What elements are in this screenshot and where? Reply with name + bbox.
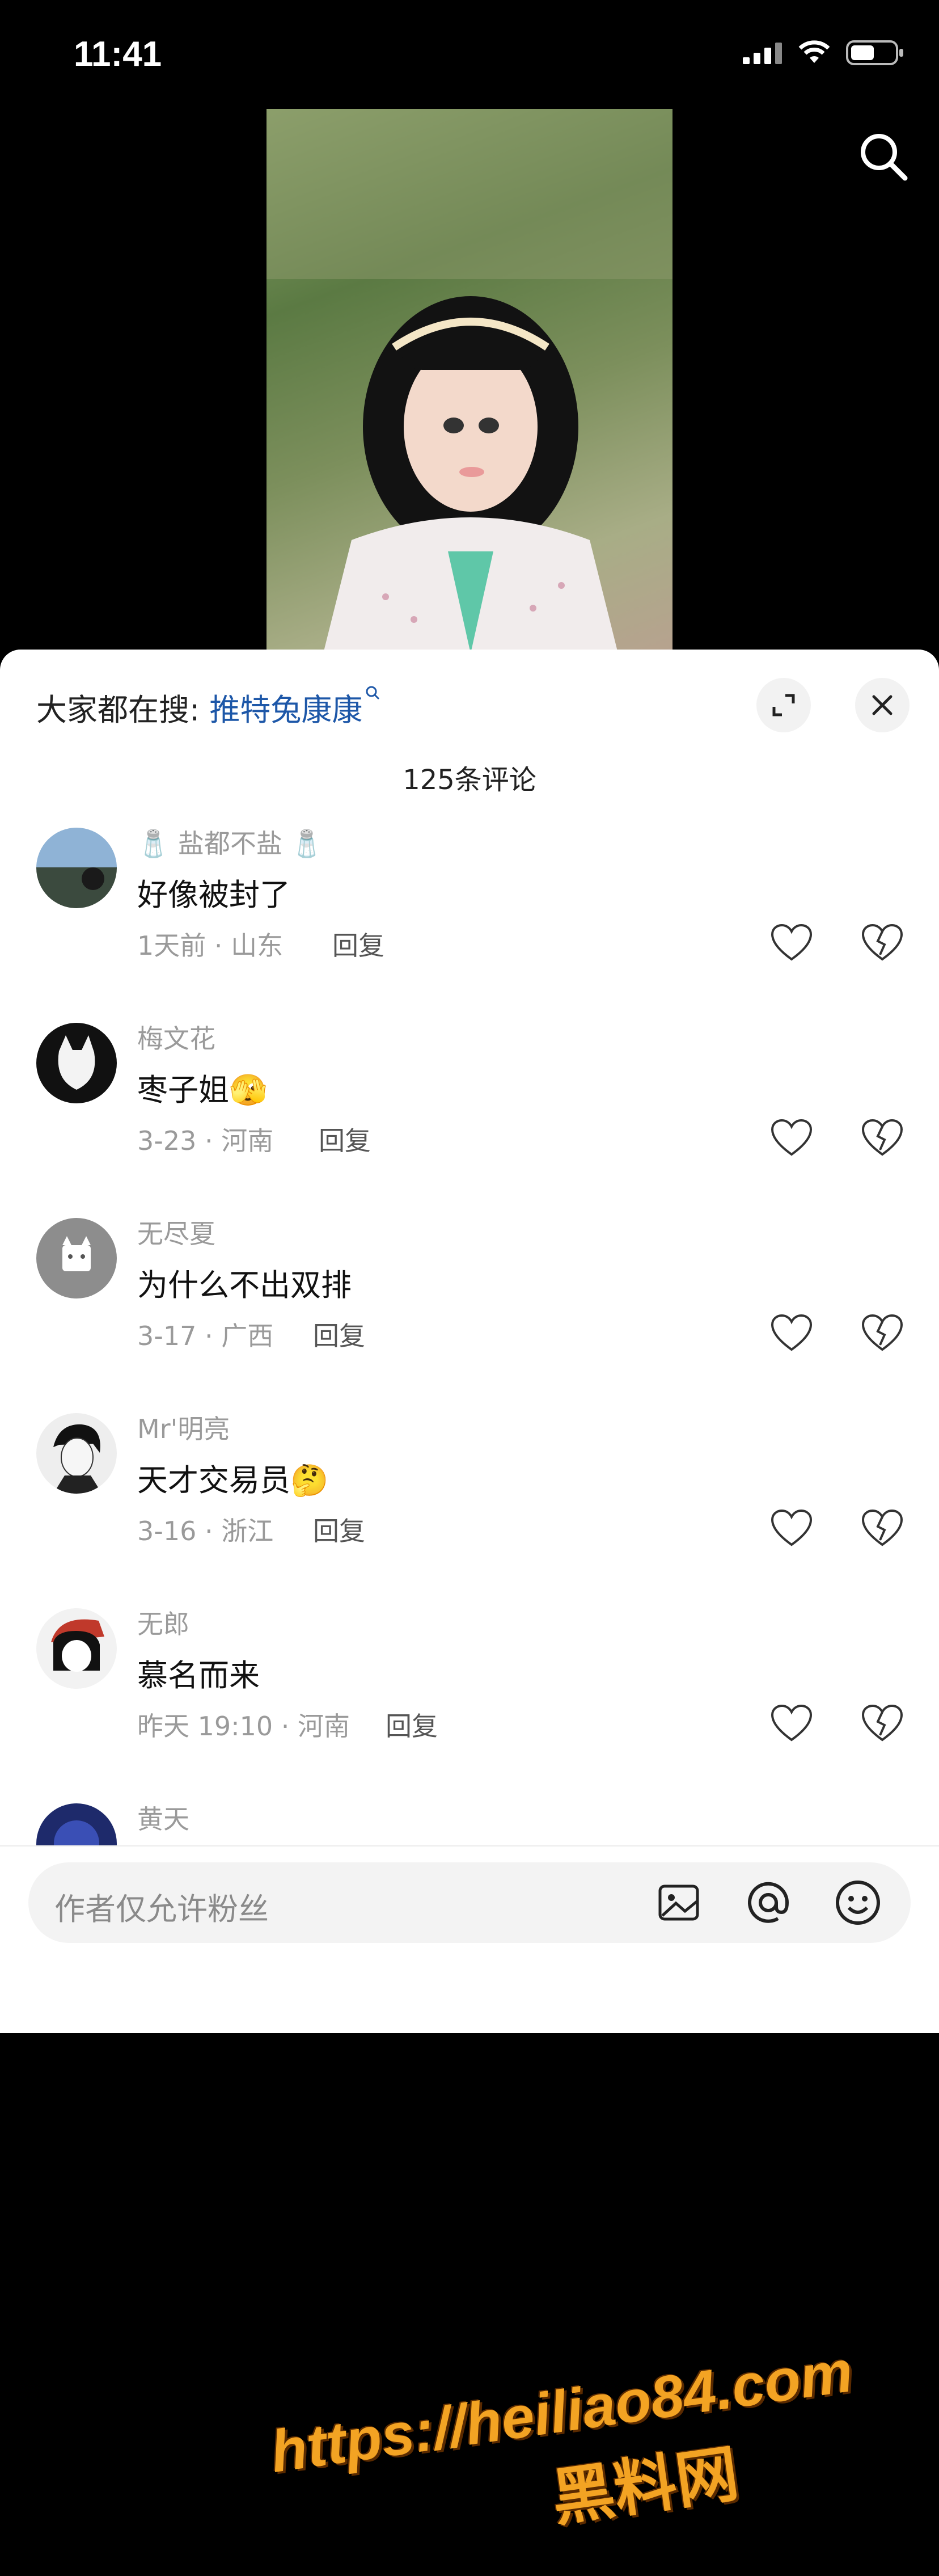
video-frame-image [267,109,672,654]
close-icon [872,695,893,715]
comment-author[interactable]: 黄天 [137,1799,189,1836]
comment-count: 125条评论 [403,764,536,796]
heart-icon [771,1119,813,1156]
broken-heart-icon [861,1119,903,1156]
like-button[interactable] [770,1704,813,1746]
emoji-icon: 🤔 [290,1462,329,1498]
expand-button[interactable] [756,678,811,732]
comment-item: 🧂 盐都不盐 🧂 好像被封了 1天前 · 山东 回复 [0,823,939,1016]
comment-text: 天才交易员🤔 [137,1455,328,1500]
dislike-button[interactable] [861,1508,904,1550]
like-button[interactable] [770,1508,813,1550]
mention-button[interactable] [744,1878,793,1929]
comment-author[interactable]: Mr'明亮 [137,1409,230,1446]
avatar[interactable] [36,1413,117,1494]
comment-item: Mr'明亮 天才交易员🤔 3-16 · 浙江 回复 [0,1409,939,1601]
signal-icon [743,43,782,64]
comment-meta: 昨天 19:10 · 河南 [137,1711,350,1742]
heart-icon [771,924,813,961]
like-button[interactable] [770,1313,813,1355]
like-button[interactable] [770,923,813,965]
status-time: 11:41 [74,35,162,74]
status-bar: 11:41 [0,0,939,108]
search-suggestion-prefix: 大家都在搜: [36,692,210,728]
wifi-icon [798,40,830,63]
heart-icon [771,1314,813,1351]
comment-meta: 3-23 · 河南 [137,1125,274,1156]
smiley-icon [836,1881,880,1925]
close-button[interactable] [855,678,910,732]
input-divider [0,1845,939,1846]
comment-meta: 1天前 · 山东 [137,930,284,961]
comment-item: 无郎 慕名而来 昨天 19:10 · 河南 回复 [0,1604,939,1797]
dislike-button[interactable] [861,1313,904,1355]
emoji-button[interactable] [834,1878,882,1929]
reply-button[interactable]: 回复 [332,925,384,963]
reply-button[interactable]: 回复 [313,1316,365,1353]
search-button[interactable] [856,129,911,186]
avatar[interactable] [36,1023,117,1103]
heart-icon [771,1704,813,1742]
small-search-icon [366,686,380,700]
broken-heart-icon [861,1314,903,1351]
avatar[interactable] [36,828,117,908]
search-suggestion-term[interactable]: 推特兔康康 [209,692,362,728]
search-icon [861,134,908,181]
comment-text: 慕名而来 [137,1658,260,1693]
comment-meta: 3-16 · 浙江 [137,1516,274,1546]
search-suggestion[interactable]: 大家都在搜: 推特兔康康 [36,685,382,730]
status-icons [743,40,905,66]
avatar[interactable] [36,1803,117,1845]
image-icon [658,1884,699,1921]
expand-icon [772,694,795,716]
like-button[interactable] [770,1118,813,1160]
heart-icon [771,1509,813,1546]
comments-panel: 大家都在搜: 推特兔康康 125条评论 🧂 盐都不盐 🧂 好像被封了 1天前 ·… [0,650,939,2535]
dislike-button[interactable] [861,1118,904,1160]
comment-item: 梅文花 枣子姐🫣 3-23 · 河南 回复 [0,1018,939,1211]
dislike-button[interactable] [861,923,904,965]
comment-text: 枣子姐🫣 [137,1065,267,1110]
comment-meta: 3-17 · 广西 [137,1321,274,1351]
reply-button[interactable]: 回复 [313,1511,365,1548]
comment-input-placeholder: 作者仅允许粉丝 [54,1891,269,1927]
dislike-button[interactable] [861,1704,904,1746]
comment-item: 黄天 [0,1799,939,1845]
comment-text-content: 枣子姐 [137,1072,229,1108]
emoji-icon: 🫣 [229,1072,268,1108]
video-preview[interactable] [267,109,672,654]
broken-heart-icon [861,1509,903,1546]
comment-author[interactable]: 🧂 盐都不盐 🧂 [137,823,323,861]
comment-text: 好像被封了 [137,877,290,913]
reply-button[interactable]: 回复 [386,1706,438,1743]
comment-author[interactable]: 梅文花 [137,1018,215,1056]
reply-button[interactable]: 回复 [319,1120,371,1158]
comment-item: 无尽夏 为什么不出双排 3-17 · 广西 回复 [0,1213,939,1406]
broken-heart-icon [861,1704,903,1742]
at-icon [748,1882,789,1923]
avatar[interactable] [36,1608,117,1689]
avatar[interactable] [36,1218,117,1298]
comment-author[interactable]: 无尽夏 [137,1213,215,1251]
comment-text-content: 天才交易员 [137,1462,290,1498]
broken-heart-icon [861,924,903,961]
comment-text: 为什么不出双排 [137,1267,352,1303]
battery-icon [846,40,903,65]
comment-author[interactable]: 无郎 [137,1604,189,1641]
watermark: https://heiliao84.com 黑料网 [267,2338,869,2576]
comment-input[interactable]: 作者仅允许粉丝 [28,1862,911,1943]
image-button[interactable] [654,1878,703,1929]
